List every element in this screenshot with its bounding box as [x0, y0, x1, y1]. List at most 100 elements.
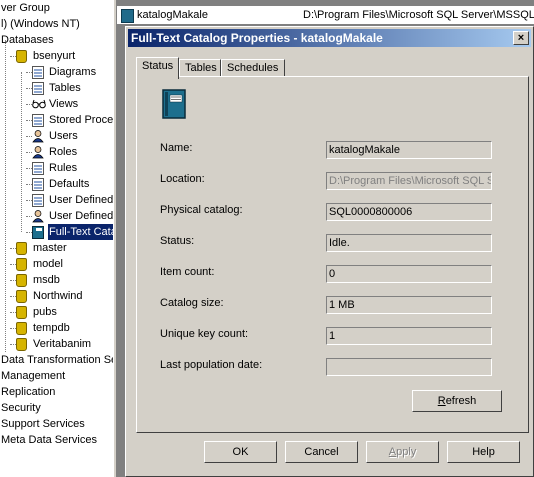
- field-value: Idle.: [329, 237, 350, 249]
- field-label: Item count:: [160, 266, 215, 278]
- tree-item-label: Veritabanim: [33, 338, 92, 350]
- tab-status[interactable]: Status: [136, 57, 179, 79]
- tree-item-label: Replication: [1, 386, 56, 398]
- field-value-box[interactable]: 1: [326, 327, 492, 345]
- catalog-book-icon: [162, 89, 186, 119]
- roles-icon: [32, 146, 44, 159]
- tree-item-label: Stored Procedur: [49, 114, 113, 126]
- field-value: 0: [329, 268, 336, 280]
- field-value: 1: [329, 330, 336, 342]
- refresh-label: Refresh: [437, 395, 477, 407]
- tree-item-label: Meta Data Services: [1, 434, 97, 446]
- field-label: Catalog size:: [160, 297, 224, 309]
- apply-label: Apply: [388, 446, 417, 458]
- tree-item-label: Diagrams: [49, 66, 97, 78]
- tree-item-label: Support Services: [1, 418, 85, 430]
- diagram-icon: [32, 66, 44, 79]
- defaults-icon: [32, 178, 44, 191]
- rule-icon: [32, 162, 44, 175]
- cancel-button[interactable]: Cancel: [285, 441, 358, 463]
- field-label: Unique key count:: [160, 328, 249, 340]
- field-value-box[interactable]: 1 MB: [326, 296, 492, 314]
- list-item-name: katalogMakale: [137, 9, 208, 21]
- tree-item-label: Tables: [49, 82, 81, 94]
- scroll-icon: [32, 114, 44, 127]
- tree-item-label: Databases: [1, 34, 54, 46]
- tab-label: Status: [142, 60, 174, 72]
- field-value-box[interactable]: 0: [326, 265, 492, 283]
- field-label: Last population date:: [160, 359, 263, 371]
- table-icon: [32, 82, 44, 95]
- dialog-titlebar[interactable]: Full-Text Catalog Properties - katalogMa…: [128, 29, 531, 47]
- close-icon: ×: [517, 32, 525, 44]
- field-value-box[interactable]: Idle.: [326, 234, 492, 252]
- glasses-icon: [32, 98, 46, 110]
- properties-dialog: Full-Text Catalog Properties - katalogMa…: [125, 26, 534, 477]
- tree-item-label: master: [33, 242, 67, 254]
- tab-label: Schedules: [227, 62, 279, 74]
- tree-item-label: ver Group: [1, 2, 50, 14]
- field-value: katalogMakale: [329, 144, 400, 156]
- tree-item-label: Roles: [49, 146, 78, 158]
- field-value-box[interactable]: D:\Program Files\Microsoft SQL S: [326, 172, 492, 190]
- database-icon: [16, 338, 28, 351]
- tree-item-label: Northwind: [33, 290, 83, 302]
- tree-item-label: msdb: [33, 274, 60, 286]
- tab-panel-status: [136, 76, 529, 433]
- field-label: Location:: [160, 173, 205, 185]
- udt-icon: [32, 194, 44, 207]
- tree-item-label: model: [33, 258, 63, 270]
- apply-button[interactable]: Apply: [366, 441, 439, 463]
- udf-icon: [32, 210, 44, 223]
- tree-connector: [5, 40, 6, 352]
- catalog-icon: [121, 9, 134, 23]
- tree-item-label: User Defined Da: [49, 194, 113, 206]
- database-icon: [16, 290, 28, 303]
- refresh-button[interactable]: Refresh: [412, 390, 502, 412]
- database-icon: [16, 306, 28, 319]
- close-button[interactable]: ×: [513, 31, 529, 45]
- tab-label: Tables: [185, 62, 217, 74]
- field-value-box[interactable]: katalogMakale: [326, 141, 492, 159]
- field-label: Name:: [160, 142, 193, 154]
- field-label: Physical catalog:: [160, 204, 243, 216]
- tree-item-label: User Defined Fu: [49, 210, 113, 222]
- tree-item-label: tempdb: [33, 322, 70, 334]
- tab-tables[interactable]: Tables: [179, 59, 221, 77]
- tree-item-label: Rules: [49, 162, 78, 174]
- tree-connector: [21, 72, 22, 232]
- database-icon: [16, 274, 28, 287]
- user-icon: [32, 130, 44, 143]
- list-item[interactable]: katalogMakale D:\Program Files\Microsoft…: [117, 6, 534, 24]
- tree-item-label: Users: [49, 130, 78, 142]
- field-label: Status:: [160, 235, 195, 247]
- field-value: 1 MB: [329, 299, 355, 311]
- tree-item-label: pubs: [33, 306, 57, 318]
- tree-item-label: Full-Text Catalog: [48, 224, 113, 240]
- tree-item-label: Views: [49, 98, 79, 110]
- tree-item-label: Security: [1, 402, 41, 414]
- tree-item-label: bsenyurt: [33, 50, 76, 62]
- dialog-title: Full-Text Catalog Properties - katalogMa…: [131, 31, 383, 45]
- field-value-box[interactable]: SQL0000800006: [326, 203, 492, 221]
- database-icon: [16, 258, 28, 271]
- cancel-label: Cancel: [304, 446, 339, 458]
- field-value-box[interactable]: [326, 358, 492, 376]
- tree-item-label: l) (Windows NT): [1, 18, 80, 30]
- tree-pane: ver Group l) (Windows NT) Databases bsenyur…: [0, 0, 113, 477]
- field-value: D:\Program Files\Microsoft SQL S: [329, 175, 492, 187]
- ok-label: OK: [232, 446, 249, 458]
- database-icon: [16, 50, 28, 63]
- tab-schedules[interactable]: Schedules: [221, 59, 285, 77]
- database-icon: [16, 242, 28, 255]
- field-value: SQL0000800006: [329, 206, 413, 218]
- help-button[interactable]: Help: [447, 441, 520, 463]
- list-item-path: D:\Program Files\Microsoft SQL Server\MS…: [303, 9, 534, 21]
- tree-item-label: Defaults: [49, 178, 90, 190]
- tree-item-label: Data Transformation Ser: [1, 354, 113, 366]
- help-label: Help: [472, 446, 495, 458]
- ok-button[interactable]: OK: [204, 441, 277, 463]
- tree-item-label: Management: [1, 370, 66, 382]
- database-icon: [16, 322, 28, 335]
- catalog-icon: [32, 226, 44, 239]
